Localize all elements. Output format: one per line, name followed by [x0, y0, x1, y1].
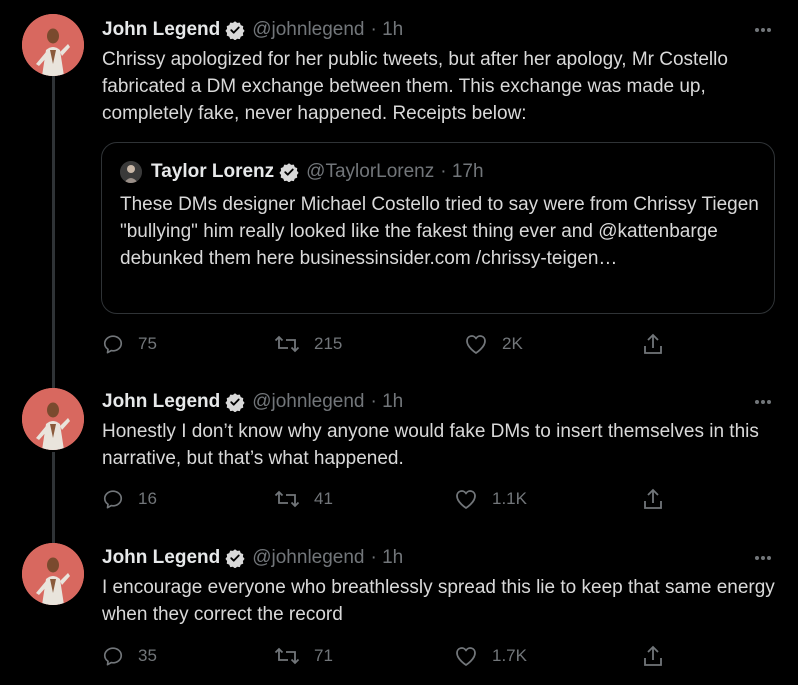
like-count: 1.7K — [492, 646, 527, 665]
quoted-tweet-text: These DMs designer Michael Costello trie… — [120, 194, 759, 269]
heart-icon — [456, 490, 476, 509]
tweet-text: Chrissy apologized for her public tweets… — [102, 49, 728, 124]
verified-badge-icon — [225, 548, 245, 568]
like-count: 2K — [502, 334, 523, 353]
share-button[interactable] — [642, 330, 678, 358]
tweet-actions: 35 71 1.7K — [102, 642, 682, 670]
author-name[interactable]: John Legend — [102, 547, 220, 569]
quoted-tweet-header: Taylor Lorenz @TaylorLorenz · 17h — [120, 160, 484, 184]
tweet-header: John Legend @johnlegend · 1h — [102, 389, 403, 415]
reply-count: 75 — [138, 334, 157, 353]
retweet-count: 71 — [314, 646, 333, 665]
reply-button[interactable]: 16 — [102, 485, 157, 513]
tweet-time[interactable]: · 1h — [371, 19, 404, 41]
share-icon — [644, 333, 662, 354]
author-handle[interactable]: @johnlegend — [252, 19, 364, 41]
avatar[interactable] — [22, 14, 84, 76]
tweet[interactable]: John Legend @johnlegend · 1h Chrissy apo… — [0, 0, 798, 380]
share-icon — [644, 645, 662, 666]
heart-icon — [466, 335, 486, 354]
quoted-tweet-time: · 17h — [440, 161, 484, 182]
retweet-button[interactable]: 41 — [274, 485, 333, 513]
more-dots-icon[interactable] — [752, 391, 774, 413]
reply-icon — [103, 335, 123, 354]
verified-badge-icon — [225, 392, 245, 412]
more-dots-icon[interactable] — [752, 547, 774, 569]
share-icon — [644, 488, 662, 509]
tweet-thread: John Legend @johnlegend · 1h Chrissy apo… — [0, 0, 798, 685]
tweet-text: I encourage everyone who breathlessly sp… — [102, 577, 775, 625]
tweet-text: Honestly I don’t know why anyone would f… — [102, 421, 759, 469]
reply-count: 16 — [138, 489, 157, 508]
quoted-tweet[interactable]: Taylor Lorenz @TaylorLorenz · 17h These … — [101, 142, 775, 314]
retweet-icon — [274, 647, 300, 665]
verified-badge-icon — [225, 20, 245, 40]
quoted-author-handle: @TaylorLorenz — [306, 161, 435, 182]
retweet-button[interactable]: 215 — [274, 330, 342, 358]
tweet-actions: 16 41 1.1K — [102, 485, 682, 513]
like-button[interactable]: 1.7K — [454, 642, 527, 670]
retweet-button[interactable]: 71 — [274, 642, 333, 670]
avatar[interactable] — [22, 543, 84, 605]
verified-badge-icon — [279, 162, 299, 182]
share-button[interactable] — [642, 642, 678, 670]
retweet-icon — [274, 490, 300, 508]
author-name[interactable]: John Legend — [102, 391, 220, 413]
author-name[interactable]: John Legend — [102, 19, 220, 41]
tweet-actions: 75 215 2K — [102, 330, 682, 358]
author-handle[interactable]: @johnlegend — [252, 391, 364, 413]
quoted-avatar — [120, 161, 142, 183]
avatar[interactable] — [22, 388, 84, 450]
tweet-time[interactable]: · 1h — [371, 547, 404, 569]
retweet-count: 215 — [314, 334, 343, 353]
like-button[interactable]: 2K — [464, 330, 523, 358]
reply-button[interactable]: 75 — [102, 330, 157, 358]
tweet-header: John Legend @johnlegend · 1h — [102, 17, 403, 43]
tweet[interactable]: John Legend @johnlegend · 1h I encourage… — [0, 535, 798, 685]
reply-icon — [103, 647, 123, 666]
like-button[interactable]: 1.1K — [454, 485, 527, 513]
retweet-icon — [274, 335, 300, 353]
author-handle[interactable]: @johnlegend — [252, 547, 364, 569]
like-count: 1.1K — [492, 489, 527, 508]
quoted-author-name: Taylor Lorenz — [151, 161, 275, 182]
tweet[interactable]: John Legend @johnlegend · 1h Honestly I … — [0, 380, 798, 535]
tweet-time[interactable]: · 1h — [371, 391, 404, 413]
reply-button[interactable]: 35 — [102, 642, 157, 670]
retweet-count: 41 — [314, 489, 333, 508]
reply-count: 35 — [138, 646, 157, 665]
share-button[interactable] — [642, 485, 678, 513]
reply-icon — [103, 490, 123, 509]
more-dots-icon[interactable] — [752, 19, 774, 41]
tweet-header: John Legend @johnlegend · 1h — [102, 545, 403, 571]
heart-icon — [456, 647, 476, 666]
